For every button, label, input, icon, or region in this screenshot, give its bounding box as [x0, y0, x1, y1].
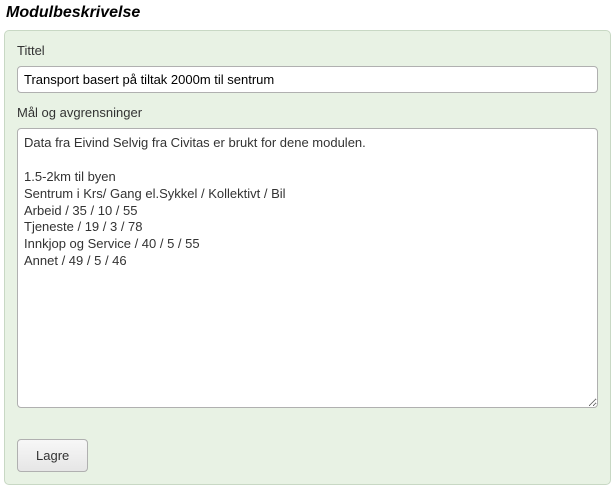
- goals-field-group: Mål og avgrensninger: [17, 105, 598, 413]
- goals-label: Mål og avgrensninger: [17, 105, 598, 120]
- title-label: Tittel: [17, 43, 598, 58]
- form-panel: Tittel Mål og avgrensninger Lagre: [4, 30, 611, 485]
- module-heading: Modulbeskrivelse: [4, 4, 611, 22]
- goals-textarea[interactable]: [17, 128, 598, 408]
- module-description-form: Modulbeskrivelse Tittel Mål og avgrensni…: [4, 4, 611, 485]
- save-button[interactable]: Lagre: [17, 439, 88, 472]
- title-input[interactable]: [17, 66, 598, 93]
- title-field-group: Tittel: [17, 43, 598, 93]
